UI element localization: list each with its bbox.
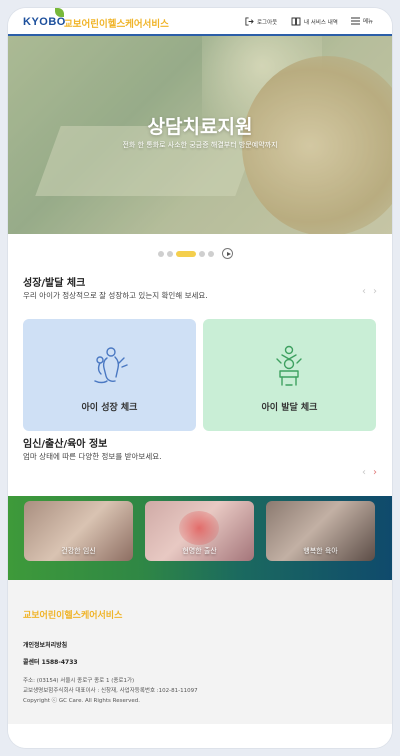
card-label: 행복한 육아 — [303, 547, 338, 555]
app-frame: KYOBO 교보어린이헬스케어서비스 로그아웃 내 서비스 내역 메뉴 상담치료… — [8, 8, 392, 748]
hero-title: 상담치료지원 — [147, 116, 253, 138]
logo-subtitle[interactable]: 교보어린이헬스케어서비스 — [64, 16, 169, 30]
growth-section-title: 성장/발달 체크 — [23, 278, 86, 289]
menu-button[interactable]: 메뉴 — [351, 17, 373, 25]
footer: 교보어린이헬스케어서비스 개인정보처리방침 콜센터 1588-4733 주소: … — [8, 580, 392, 748]
child-growth-icon — [94, 347, 128, 384]
privacy-policy-link[interactable]: 개인정보처리방침 — [23, 640, 67, 649]
logout-icon — [245, 17, 254, 26]
logout-button[interactable]: 로그아웃 — [245, 17, 277, 26]
development-check-card[interactable]: 아이 발달 체크 — [203, 319, 376, 431]
growth-section-description: 우리 아이가 정상적으로 잘 성장하고 있는지 확인해 보세요. — [23, 291, 208, 300]
pregnancy-section-description: 엄마 상태에 따른 다양한 정보를 받아보세요. — [23, 452, 162, 461]
growth-check-label: 아이 성장 체크 — [81, 403, 138, 413]
card-label: 현명한 출산 — [182, 547, 217, 555]
kyobo-logo[interactable]: KYOBO — [23, 16, 66, 28]
growth-carousel-arrows: ‹ › — [362, 286, 377, 297]
my-service-button[interactable]: 내 서비스 내역 — [291, 17, 338, 26]
chevron-left-icon[interactable]: ‹ — [362, 467, 366, 478]
slider-dot[interactable] — [208, 250, 214, 257]
call-center-number[interactable]: 콜센터 1588-4733 — [23, 657, 78, 666]
logout-label: 로그아웃 — [257, 19, 278, 26]
happy-parenting-card[interactable]: 행복한 육아 — [266, 501, 375, 561]
hero-banner[interactable]: 상담치료지원 전화 한 통화로 사소한 궁금증 해결부터 방문예약까지 — [8, 36, 392, 234]
wise-childbirth-card[interactable]: 현명한 출산 — [145, 501, 254, 561]
healthy-pregnancy-card[interactable]: 건강한 임신 — [24, 501, 133, 561]
logo-leaf-icon — [55, 8, 64, 17]
chevron-left-icon[interactable]: ‹ — [362, 286, 366, 297]
my-service-label: 내 서비스 내역 — [304, 19, 338, 26]
slider-pagination — [158, 248, 233, 259]
slider-dot[interactable] — [199, 250, 205, 257]
play-icon[interactable] — [222, 248, 233, 259]
footer-address: 주소: (03154) 서울시 종로구 종로 1 (종로1가) — [23, 678, 135, 684]
hamburger-icon — [351, 17, 360, 25]
child-development-icon — [276, 345, 302, 386]
hero-subtitle: 전화 한 통화로 사소한 궁금증 해결부터 방문예약까지 — [122, 141, 278, 149]
footer-company-info: 교보생명보험주식회사 대표이사 : 신창재, 사업자등록번호 :102-81-1… — [23, 688, 198, 694]
footer-brand: 교보어린이헬스케어서비스 — [23, 611, 123, 621]
book-icon — [291, 17, 301, 26]
chevron-right-icon[interactable]: › — [373, 467, 377, 478]
chevron-right-icon[interactable]: › — [373, 286, 377, 297]
pregnancy-section-title: 임신/출산/육아 정보 — [23, 439, 108, 450]
development-check-label: 아이 발달 체크 — [261, 403, 318, 413]
top-header: KYOBO 교보어린이헬스케어서비스 로그아웃 내 서비스 내역 메뉴 — [8, 8, 392, 36]
slider-dot-active[interactable] — [176, 250, 196, 257]
footer-copyright: Copyright ⓒ GC Care. All Rights Reserved… — [23, 698, 140, 704]
card-label: 건강한 임신 — [61, 547, 96, 555]
pregnancy-carousel-arrows: ‹ › — [362, 467, 377, 478]
slider-dot[interactable] — [167, 250, 173, 257]
growth-check-card[interactable]: 아이 성장 체크 — [23, 319, 196, 431]
slider-dot[interactable] — [158, 250, 164, 257]
menu-label: 메뉴 — [363, 19, 374, 25]
